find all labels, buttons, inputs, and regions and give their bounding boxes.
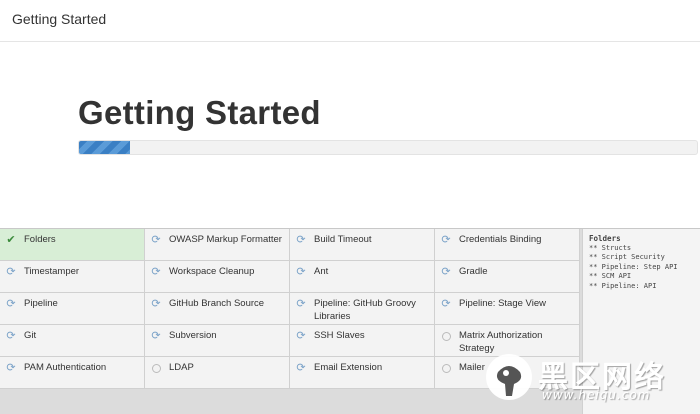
plugin-name: PAM Authentication: [24, 362, 107, 373]
hero-section: Getting Started: [0, 42, 700, 228]
plugin-cell: ⟳ Pipeline: GitHub Groovy Libraries: [290, 293, 435, 325]
log-line: ** SCM API: [589, 272, 632, 280]
plugin-name: Credentials Binding: [459, 234, 542, 245]
plugin-cell: ⟳ Git: [0, 325, 145, 357]
refresh-icon: ⟳: [296, 362, 306, 374]
log-line: ** Pipeline: Step API: [589, 262, 678, 271]
plugin-cell: ⟳ GitHub Branch Source: [145, 293, 290, 325]
plugin-cell: ⟳ Build Timeout: [290, 229, 435, 261]
refresh-icon: ⟳: [151, 330, 161, 342]
refresh-icon: ⟳: [6, 362, 16, 374]
plugin-cell: ⟳ Pipeline: Stage View: [435, 293, 580, 325]
log-line: ** Pipeline: API: [589, 281, 657, 290]
plugin-cell: ⟳ SSH Slaves: [290, 325, 435, 357]
refresh-icon: ⟳: [6, 330, 16, 342]
refresh-icon: ⟳: [296, 298, 306, 310]
refresh-icon: ⟳: [151, 298, 161, 310]
pending-circle-icon: [152, 364, 161, 373]
plugin-name: Email Extension: [314, 362, 383, 373]
plugin-name: Pipeline: [24, 298, 58, 309]
refresh-icon: ⟳: [151, 266, 161, 278]
plugin-cell: ⟳ Email Extension: [290, 357, 435, 389]
plugin-name: OWASP Markup Formatter: [169, 234, 282, 245]
log-line: ** Script Security: [589, 253, 665, 261]
plugin-cell: ⟳ Gradle: [435, 261, 580, 293]
refresh-icon: ⟳: [151, 234, 161, 246]
window-title: Getting Started: [12, 11, 107, 27]
plugin-name: GitHub Branch Source: [169, 298, 265, 309]
plugin-name: Mailer: [459, 362, 485, 373]
refresh-icon: ⟳: [296, 234, 306, 246]
plugin-name: Folders: [24, 234, 56, 245]
log-line: ** Structs: [589, 243, 632, 252]
window-header: Getting Started: [0, 0, 700, 42]
plugin-cell: LDAP: [145, 357, 290, 389]
plugin-name: Ant: [314, 266, 329, 277]
log-title: Folders: [589, 234, 621, 243]
watermark: 黑区网络 www.heiqu.com: [484, 348, 694, 410]
plugin-cell: ⟳ Credentials Binding: [435, 229, 580, 261]
plugin-name: SSH Slaves: [314, 330, 365, 341]
plugin-name: Subversion: [169, 330, 217, 341]
watermark-logo-icon: [486, 354, 532, 400]
plugins-area: ✔ Folders ⟳ OWASP Markup Formatter ⟳ Build Ti…: [0, 228, 700, 414]
plugin-name: Gradle: [459, 266, 488, 277]
plugin-cell: ⟳ Subversion: [145, 325, 290, 357]
refresh-icon: ⟳: [441, 266, 451, 278]
plugin-name: Workspace Cleanup: [169, 266, 255, 277]
plugin-cell: ⟳ Workspace Cleanup: [145, 261, 290, 293]
refresh-icon: ⟳: [6, 298, 16, 310]
plugin-cell: ⟳ Timestamper: [0, 261, 145, 293]
refresh-icon: ⟳: [6, 266, 16, 278]
refresh-icon: ⟳: [296, 330, 306, 342]
plugin-cell: ⟳ Pipeline: [0, 293, 145, 325]
plugin-cell: ⟳ PAM Authentication: [0, 357, 145, 389]
plugin-name: Git: [24, 330, 37, 341]
refresh-icon: ⟳: [296, 266, 306, 278]
install-progress-fill: [79, 141, 130, 154]
install-progress-bar: [78, 140, 698, 155]
refresh-icon: ⟳: [441, 298, 451, 310]
check-icon: ✔: [6, 234, 16, 246]
pending-circle-icon: [442, 364, 451, 373]
plugin-name: Pipeline: GitHub Groovy Libraries: [314, 298, 416, 322]
plugin-name: LDAP: [169, 362, 194, 373]
plugin-name: Timestamper: [24, 266, 80, 277]
page-title: Getting Started: [78, 94, 321, 131]
plugin-cell: ✔ Folders: [0, 229, 145, 261]
watermark-url: www.heiqu.com: [542, 388, 651, 402]
plugin-cell: ⟳ Ant: [290, 261, 435, 293]
plugin-name: Pipeline: Stage View: [459, 298, 546, 309]
pending-circle-icon: [442, 332, 451, 341]
plugin-name: Build Timeout: [314, 234, 372, 245]
plugin-cell: ⟳ OWASP Markup Formatter: [145, 229, 290, 261]
refresh-icon: ⟳: [441, 234, 451, 246]
